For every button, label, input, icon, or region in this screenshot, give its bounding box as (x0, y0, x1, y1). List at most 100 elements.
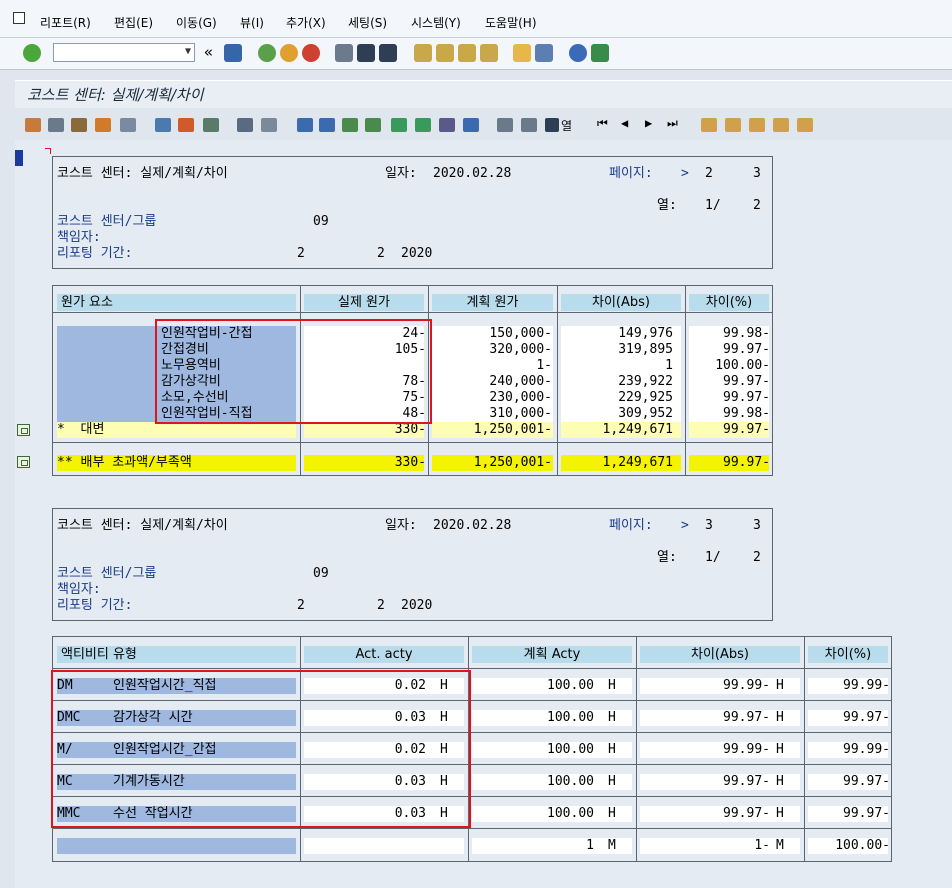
menu-system[interactable]: 시스템(Y) (411, 14, 461, 31)
sort-desc-icon[interactable] (297, 118, 313, 132)
export-icon[interactable] (203, 118, 219, 132)
structure-add-icon[interactable] (749, 118, 765, 132)
layout-icon[interactable] (95, 118, 111, 132)
report2-header-var-pct[interactable]: 차이(%) (808, 646, 888, 663)
variant-icon[interactable] (48, 118, 64, 132)
table-cell: H (608, 774, 616, 789)
structure-move-icon[interactable] (773, 118, 789, 132)
next-page-icon[interactable] (458, 44, 476, 62)
cancel-icon[interactable] (302, 44, 320, 62)
report1-header-cost-element[interactable]: 원가 요소 (57, 294, 296, 311)
menu-extras[interactable]: 추가(X) (286, 14, 326, 31)
report2-responsible-label: 책임자: (57, 582, 101, 597)
menu-edit[interactable]: 편집(E) (114, 14, 153, 31)
report1-header-var-pct[interactable]: 차이(%) (689, 294, 769, 311)
previous-object-icon[interactable] (497, 118, 513, 132)
navigate-icon[interactable] (155, 118, 171, 132)
info-icon[interactable] (120, 118, 136, 132)
next-column-icon[interactable]: ▶ (645, 116, 652, 130)
save-icon[interactable] (224, 44, 242, 62)
table-cell: 99.97- (723, 806, 770, 821)
filter-icon[interactable] (463, 118, 479, 132)
report2-column-total: 2 (753, 550, 761, 565)
back-icon[interactable] (258, 44, 276, 62)
columns-icon[interactable] (261, 118, 277, 132)
report2-date: 2020.02.28 (433, 518, 512, 533)
report2-header-actual[interactable]: Act. acty (304, 646, 464, 663)
detail-icon[interactable] (545, 118, 559, 132)
next-object-icon[interactable] (521, 118, 537, 132)
report1-header-plan[interactable]: 계획 원가 (432, 294, 553, 311)
table-cell: 100.00 (547, 774, 594, 789)
expand-node-icon[interactable] (17, 424, 30, 436)
table-cell: 309,952 (618, 406, 673, 421)
previous-page-icon[interactable] (436, 44, 454, 62)
report2-period-year: 2020 (401, 598, 433, 613)
menu-help[interactable]: 도움말(H) (485, 14, 537, 31)
report2-cc-value: 09 (313, 566, 329, 581)
hierarchy-icon[interactable] (25, 118, 41, 132)
command-field[interactable]: ▼ (53, 43, 195, 62)
sort-asc-icon[interactable] (319, 118, 335, 132)
menu-report[interactable]: 리포트(R) (40, 14, 91, 31)
report2-header-activity-type[interactable]: 액티비티 유형 (57, 646, 296, 663)
find-icon[interactable] (357, 44, 375, 62)
table-cell: 99.97- (843, 806, 890, 821)
total-icon[interactable] (415, 118, 431, 132)
chevron-down-icon[interactable]: ▼ (185, 46, 191, 57)
report2-page-arrow: > (681, 518, 689, 533)
report1-header-var-abs[interactable]: 차이(Abs) (561, 294, 681, 311)
table-cell: 99.99- (723, 678, 770, 693)
detail-label[interactable]: 열 (561, 117, 572, 134)
expand-icon[interactable] (342, 118, 358, 132)
table-cell: 1 (586, 838, 594, 853)
previous-column-icon[interactable]: ◀ (621, 116, 628, 130)
graphic-icon[interactable] (178, 118, 194, 132)
table-cell: 100.00 (547, 710, 594, 725)
find-next-icon[interactable] (379, 44, 397, 62)
menu-exit-icon[interactable] (13, 12, 25, 24)
table-cell: 310,000- (489, 406, 552, 421)
table-cell: H (608, 806, 616, 821)
exit-icon[interactable] (280, 44, 298, 62)
report2-cc-label: 코스트 센터/그룹 (57, 566, 157, 581)
print-icon[interactable] (335, 44, 353, 62)
report1-column-total: 2 (753, 198, 761, 213)
table-cell: 99.98- (723, 326, 770, 341)
menu-goto[interactable]: 이동(G) (176, 14, 217, 31)
table-cell: 100.00 (547, 678, 594, 693)
structure-config-icon[interactable] (797, 118, 813, 132)
report1-date-label: 일자: (385, 166, 417, 181)
add-icon[interactable] (701, 118, 717, 132)
lock-icon[interactable] (71, 118, 87, 132)
shortcut-icon[interactable] (535, 44, 553, 62)
report2-header-plan[interactable]: 계획 Acty (472, 646, 632, 663)
subtotal-actual: 330- (394, 422, 426, 437)
last-page-icon[interactable] (480, 44, 498, 62)
menu-view[interactable]: 뷰(I) (240, 14, 264, 31)
table-cell: 149,976 (618, 326, 673, 341)
select-icon[interactable] (237, 118, 253, 132)
report2-header-var-abs[interactable]: 차이(Abs) (640, 646, 800, 663)
help-icon[interactable] (569, 44, 587, 62)
menu-settings[interactable]: 세팅(S) (348, 14, 387, 31)
new-session-icon[interactable] (513, 44, 531, 62)
collapse-arrow-icon[interactable]: « (204, 43, 213, 61)
table-cell: 99.97- (843, 710, 890, 725)
report1-header-actual[interactable]: 실제 원가 (304, 294, 424, 311)
enter-icon[interactable] (23, 44, 41, 62)
collapse-icon[interactable] (365, 118, 381, 132)
summation-icon[interactable] (439, 118, 455, 132)
subtotal-label: * 대변 (57, 422, 105, 437)
expand-node-icon[interactable] (17, 456, 30, 468)
table-cell: H (608, 678, 616, 693)
first-page-icon[interactable] (414, 44, 432, 62)
first-column-icon[interactable]: ⏮ (597, 116, 608, 131)
subtotal-icon[interactable] (391, 118, 407, 132)
last-column-icon[interactable]: ⏭ (667, 116, 678, 131)
structure-icon[interactable] (725, 118, 741, 132)
report1-period-from: 2 (297, 246, 305, 261)
table-cell: 100.00 (547, 742, 594, 757)
customize-layout-icon[interactable] (591, 44, 609, 62)
report1-cc-label: 코스트 센터/그룹 (57, 214, 157, 229)
